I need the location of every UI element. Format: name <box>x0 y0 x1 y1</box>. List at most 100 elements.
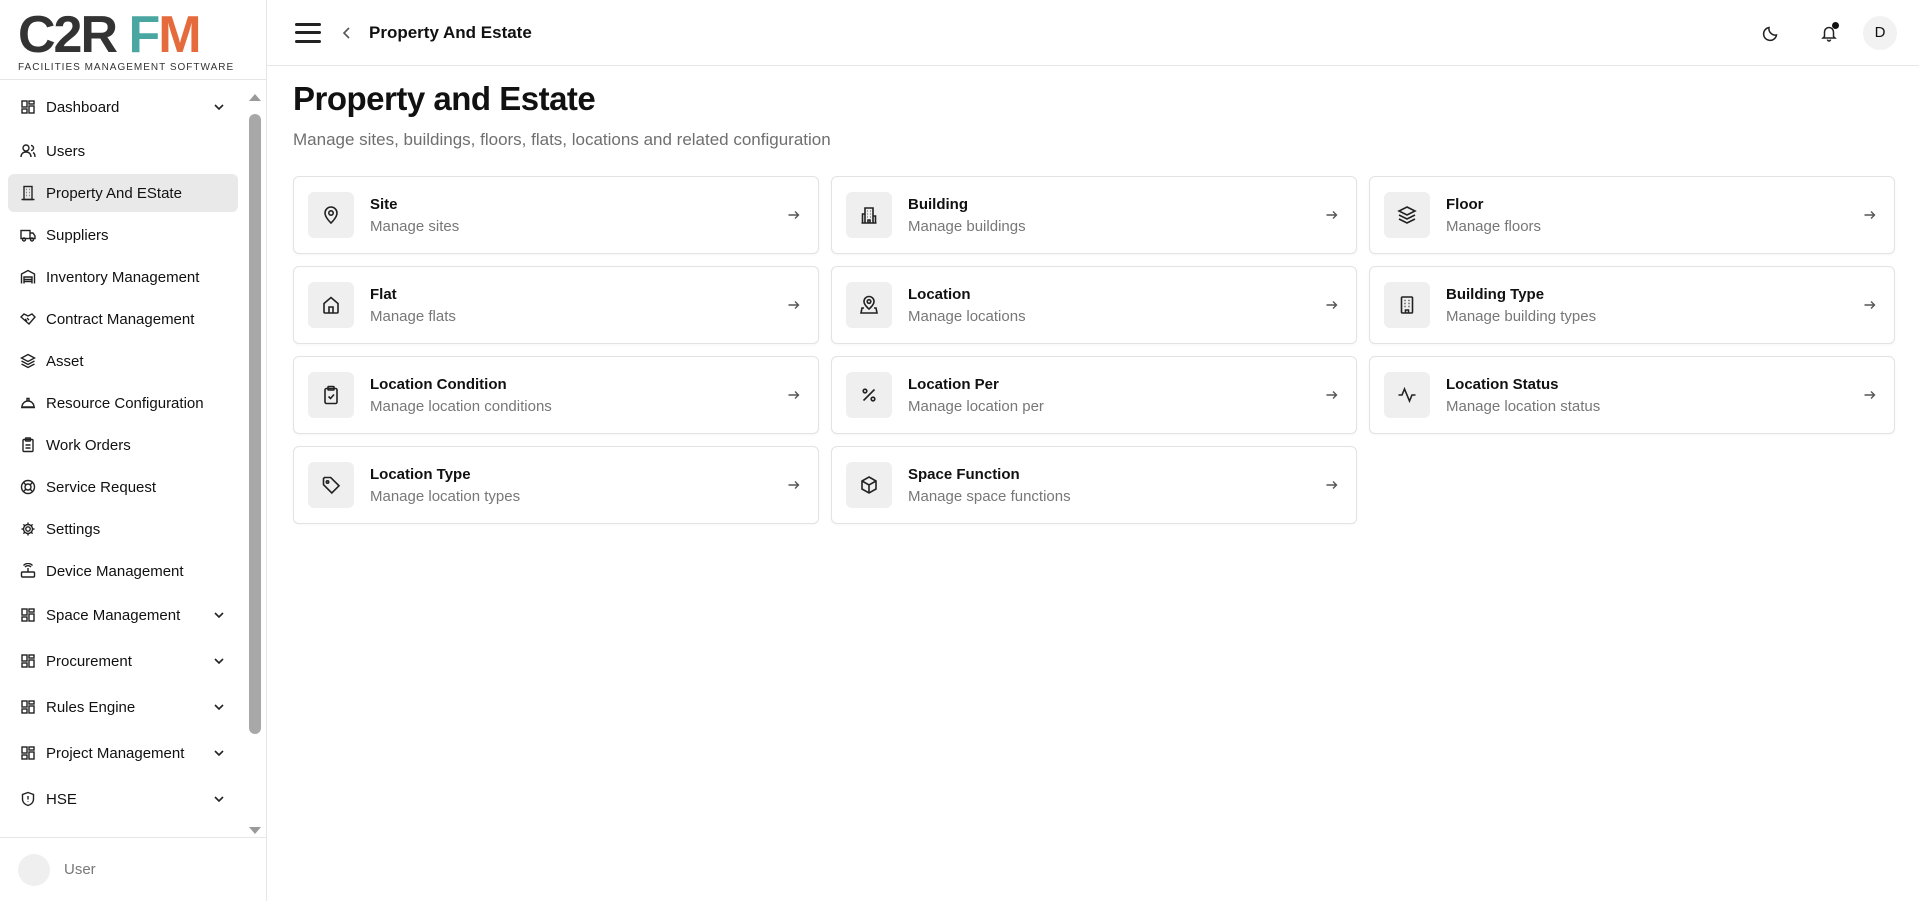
chevron-down-icon <box>212 700 226 714</box>
gear-icon <box>20 521 36 537</box>
card-building-type[interactable]: Building Type Manage building types <box>1369 266 1895 344</box>
card-description: Manage sites <box>370 217 460 235</box>
sidebar-item-contract-management[interactable]: Contract Management <box>8 300 238 338</box>
card-location-per[interactable]: Location Per Manage location per <box>831 356 1357 434</box>
layers-icon <box>20 353 36 369</box>
card-location-condition[interactable]: Location Condition Manage location condit… <box>293 356 819 434</box>
page-title: Property and Estate <box>293 80 596 117</box>
sidebar-item-hse[interactable]: HSE <box>8 778 238 820</box>
sidebar-nav: Dashboard Users Property And EState Supp… <box>0 80 266 837</box>
sidebar-item-service-request[interactable]: Service Request <box>8 468 238 506</box>
map-pin-person-icon <box>846 282 892 328</box>
logo-c2r: C2R <box>18 6 118 64</box>
moon-icon[interactable] <box>1751 13 1791 53</box>
user-footer[interactable]: User <box>0 837 266 901</box>
warehouse-icon <box>20 269 36 285</box>
sidebar-item-dashboard[interactable]: Dashboard <box>8 86 238 128</box>
helmet-icon <box>20 395 36 411</box>
bell-icon[interactable] <box>1809 13 1849 53</box>
sidebar-item-work-orders[interactable]: Work Orders <box>8 426 238 464</box>
sidebar-item-label: Property And EState <box>46 184 182 202</box>
logo[interactable]: C2R FM FACILITIES MANAGEMENT SOFTWARE <box>0 0 266 80</box>
card-description: Manage location per <box>908 397 1044 415</box>
sidebar-item-label: HSE <box>46 790 77 808</box>
card-description: Manage location types <box>370 487 521 505</box>
sidebar-item-label: Users <box>46 142 86 160</box>
sidebar-item-asset[interactable]: Asset <box>8 342 238 380</box>
card-description: Manage location status <box>1446 397 1601 415</box>
chevron-down-icon <box>212 608 226 622</box>
sidebar-item-label: Service Request <box>46 478 157 496</box>
sidebar-item-label: Space Management <box>46 606 181 624</box>
arrow-right-icon <box>786 207 802 223</box>
lifebuoy-icon <box>20 479 36 495</box>
sidebar-item-label: Settings <box>46 520 101 538</box>
truck-icon <box>20 227 36 243</box>
sidebar-item-rules-engine[interactable]: Rules Engine <box>8 686 238 728</box>
sidebar-item-procurement[interactable]: Procurement <box>8 640 238 682</box>
card-location-status[interactable]: Location Status Manage location status <box>1369 356 1895 434</box>
card-title: Flat <box>370 285 397 303</box>
logo-m: M <box>158 6 201 64</box>
avatar[interactable]: D <box>1863 15 1897 50</box>
avatar <box>18 853 50 886</box>
home-icon <box>308 282 354 328</box>
card-title: Location Status <box>1446 375 1559 393</box>
building-icon <box>20 185 36 201</box>
card-description: Manage locations <box>908 307 1026 325</box>
card-title: Location Condition <box>370 375 507 393</box>
sidebar-item-space-management[interactable]: Space Management <box>8 594 238 636</box>
handshake-icon <box>20 311 36 327</box>
router-icon <box>20 563 36 579</box>
card-space-function[interactable]: Space Function Manage space functions <box>831 446 1357 524</box>
sidebar-item-inventory-management[interactable]: Inventory Management <box>8 258 238 296</box>
scroll-thumb[interactable] <box>249 114 261 734</box>
card-description: Manage buildings <box>908 217 1026 235</box>
sidebar-item-suppliers[interactable]: Suppliers <box>8 216 238 254</box>
card-floor[interactable]: Floor Manage floors <box>1369 176 1895 254</box>
sidebar-item-resource-configuration[interactable]: Resource Configuration <box>8 384 238 422</box>
grid-icon <box>20 745 36 761</box>
sidebar-item-property-and-estate[interactable]: Property And EState <box>8 174 238 212</box>
topbar: Property And Estate D <box>267 0 1919 66</box>
sidebar-item-settings[interactable]: Settings <box>8 510 238 548</box>
scroll-up-arrow-icon[interactable] <box>249 94 261 101</box>
percent-icon <box>846 372 892 418</box>
notification-dot <box>1832 21 1839 29</box>
map-pin-icon <box>308 192 354 238</box>
logo-f: F <box>128 6 160 64</box>
arrow-right-icon <box>1862 387 1878 403</box>
sidebar: C2R FM FACILITIES MANAGEMENT SOFTWARE Da… <box>0 0 267 901</box>
sidebar-item-label: Project Management <box>46 744 185 762</box>
card-flat[interactable]: Flat Manage flats <box>293 266 819 344</box>
clipboard-icon <box>20 437 36 453</box>
users-icon <box>20 143 36 159</box>
menu-icon[interactable] <box>295 22 321 43</box>
card-site[interactable]: Site Manage sites <box>293 176 819 254</box>
sidebar-item-device-management[interactable]: Device Management <box>8 552 238 590</box>
card-grid: Site Manage sites Building Manage building… <box>293 176 1895 524</box>
scroll-down-arrow-icon[interactable] <box>249 827 261 834</box>
activity-icon <box>1384 372 1430 418</box>
sidebar-item-label: Inventory Management <box>46 268 200 286</box>
card-location[interactable]: Location Manage locations <box>831 266 1357 344</box>
card-location-type[interactable]: Location Type Manage location types <box>293 446 819 524</box>
sidebar-scrollbar[interactable] <box>248 94 262 834</box>
card-building[interactable]: Building Manage buildings <box>831 176 1357 254</box>
arrow-right-icon <box>786 477 802 493</box>
chevron-left-icon[interactable] <box>339 25 355 41</box>
card-title: Location <box>908 285 971 303</box>
grid-icon <box>20 607 36 623</box>
card-title: Floor <box>1446 195 1484 213</box>
chevron-down-icon <box>212 746 226 760</box>
arrow-right-icon <box>1324 477 1340 493</box>
card-description: Manage floors <box>1446 217 1542 235</box>
sidebar-item-users[interactable]: Users <box>8 132 238 170</box>
sidebar-item-label: Resource Configuration <box>46 394 204 412</box>
grid-icon <box>20 99 36 115</box>
sidebar-item-label: Procurement <box>46 652 132 670</box>
arrow-right-icon <box>1324 297 1340 313</box>
sidebar-item-project-management[interactable]: Project Management <box>8 732 238 774</box>
sidebar-item-label: Contract Management <box>46 310 195 328</box>
sidebar-item-label: Suppliers <box>46 226 109 244</box>
